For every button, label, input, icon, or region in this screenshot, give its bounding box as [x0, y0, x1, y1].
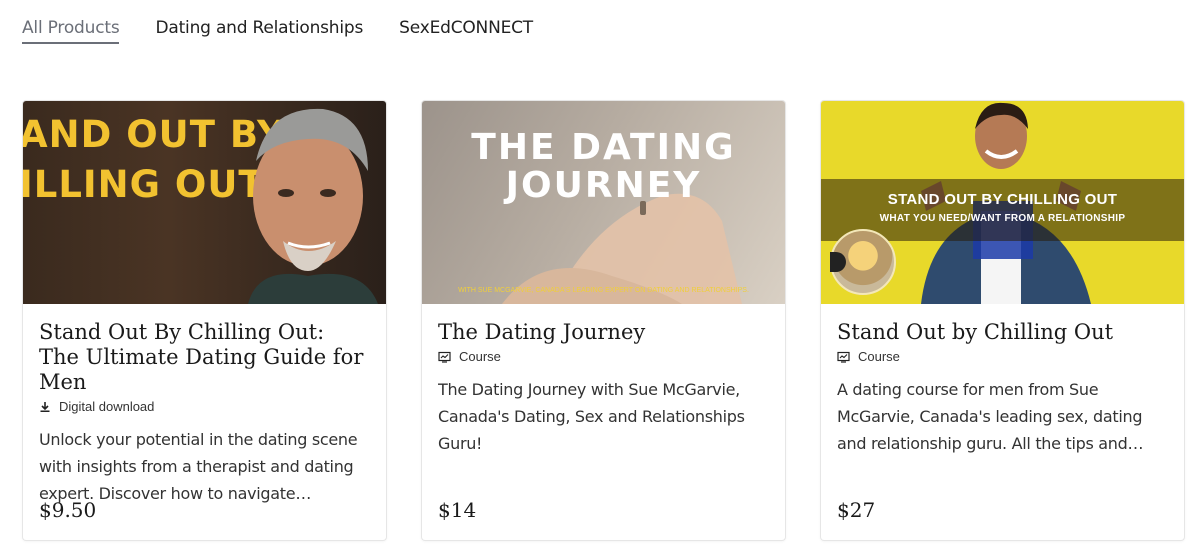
product-type-label: Course: [459, 349, 501, 364]
product-card-dating-journey[interactable]: THE DATING JOURNEY WITH SUE MCGARVIE, CA…: [422, 101, 785, 540]
product-type: Digital download: [39, 399, 370, 414]
product-description: The Dating Journey with Sue McGarvie, Ca…: [438, 380, 745, 453]
product-grid: AND OUT BY ILLING OUT Stand Out By Chill…: [23, 101, 1184, 540]
product-card-stand-out-guide[interactable]: AND OUT BY ILLING OUT Stand Out By Chill…: [23, 101, 386, 540]
thumbnail-title: THE DATING JOURNEY: [471, 127, 736, 206]
product-price: $9.50: [39, 498, 97, 522]
product-type-label: Digital download: [59, 399, 155, 414]
course-icon: [438, 351, 451, 363]
man-portrait-image: [248, 108, 378, 304]
product-thumbnail: STAND OUT BY CHILLING OUT WHAT YOU NEED/…: [821, 101, 1184, 304]
thumbnail-subtitle: WHAT YOU NEED/WANT FROM A RELATIONSHIP: [879, 213, 1126, 224]
tab-sexedconnect[interactable]: SexEdCONNECT: [399, 18, 533, 44]
product-price: $14: [438, 498, 477, 522]
download-icon: [40, 401, 50, 412]
product-type: Course: [837, 349, 1168, 364]
product-category-tabs: All Products Dating and Relationships Se…: [22, 18, 533, 44]
product-price: $27: [837, 498, 876, 522]
product-description: A dating course for men from Sue McGarvi…: [837, 380, 1143, 453]
product-thumbnail: AND OUT BY ILLING OUT: [23, 101, 386, 304]
product-title[interactable]: The Dating Journey: [438, 320, 769, 345]
tab-dating-and-relationships[interactable]: Dating and Relationships: [155, 18, 363, 44]
course-icon: [837, 351, 850, 363]
product-thumbnail: THE DATING JOURNEY WITH SUE MCGARVIE, CA…: [422, 101, 785, 304]
product-card-stand-out-course[interactable]: STAND OUT BY CHILLING OUT WHAT YOU NEED/…: [821, 101, 1184, 540]
thumbnail-title: STAND OUT BY CHILLING OUT: [887, 191, 1118, 208]
product-title[interactable]: Stand Out by Chilling Out: [837, 320, 1168, 345]
thumbnail-caption: WITH SUE MCGARVIE, CANADA'S LEADING EXPE…: [458, 287, 749, 294]
product-type-label: Course: [858, 349, 900, 364]
product-description: Unlock your potential in the dating scen…: [39, 430, 358, 503]
tab-all-products[interactable]: All Products: [22, 18, 120, 44]
product-type: Course: [438, 349, 769, 364]
product-title[interactable]: Stand Out By Chilling Out: The Ultimate …: [39, 320, 370, 395]
